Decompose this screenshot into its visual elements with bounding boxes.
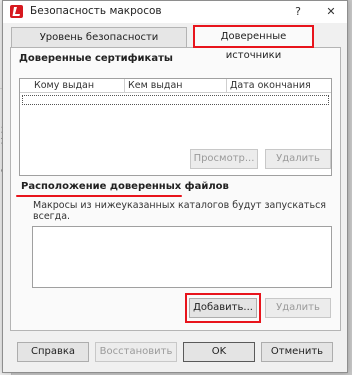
column-divider (124, 79, 125, 93)
view-certificate-button[interactable]: Просмотр... (190, 149, 258, 169)
tab-security-level[interactable]: Уровень безопасности (11, 27, 187, 47)
tab-trusted-sources[interactable]: Доверенные источники (193, 25, 314, 61)
delete-certificate-button[interactable]: Удалить (265, 149, 331, 169)
column-header[interactable]: Кем выдан (128, 80, 182, 91)
delete-location-button[interactable]: Удалить (265, 298, 331, 318)
title-bar: Безопасность макросов ? ✕ (3, 1, 347, 23)
table-header: Кому выдан Кем выдан Дата окончания (20, 79, 331, 93)
ok-button[interactable]: OK (183, 342, 255, 362)
locations-info-text: Макросы из нижеуказанных каталогов будут… (33, 200, 327, 222)
column-divider (226, 79, 227, 93)
column-header[interactable]: Кому выдан (34, 80, 94, 91)
add-location-button[interactable]: Добавить... (189, 298, 257, 318)
heading-highlight (16, 195, 182, 197)
app-logo-icon (10, 5, 23, 18)
dialog-title: Безопасность макросов (30, 5, 162, 17)
close-icon[interactable]: ✕ (322, 3, 340, 21)
table-row[interactable] (22, 95, 329, 105)
column-header[interactable]: Дата окончания (230, 80, 311, 91)
macro-security-dialog: Безопасность макросов ? ✕ Уровень безопа… (2, 0, 348, 373)
cancel-button[interactable]: Отменить (261, 342, 333, 362)
help-icon[interactable]: ? (289, 3, 307, 21)
certificates-heading: Доверенные сертификаты (19, 53, 173, 64)
restore-button[interactable]: Восстановить (95, 342, 177, 362)
locations-heading: Расположение доверенных файлов (21, 181, 229, 192)
help-button[interactable]: Справка (17, 342, 89, 362)
trusted-locations-list[interactable] (32, 226, 332, 288)
